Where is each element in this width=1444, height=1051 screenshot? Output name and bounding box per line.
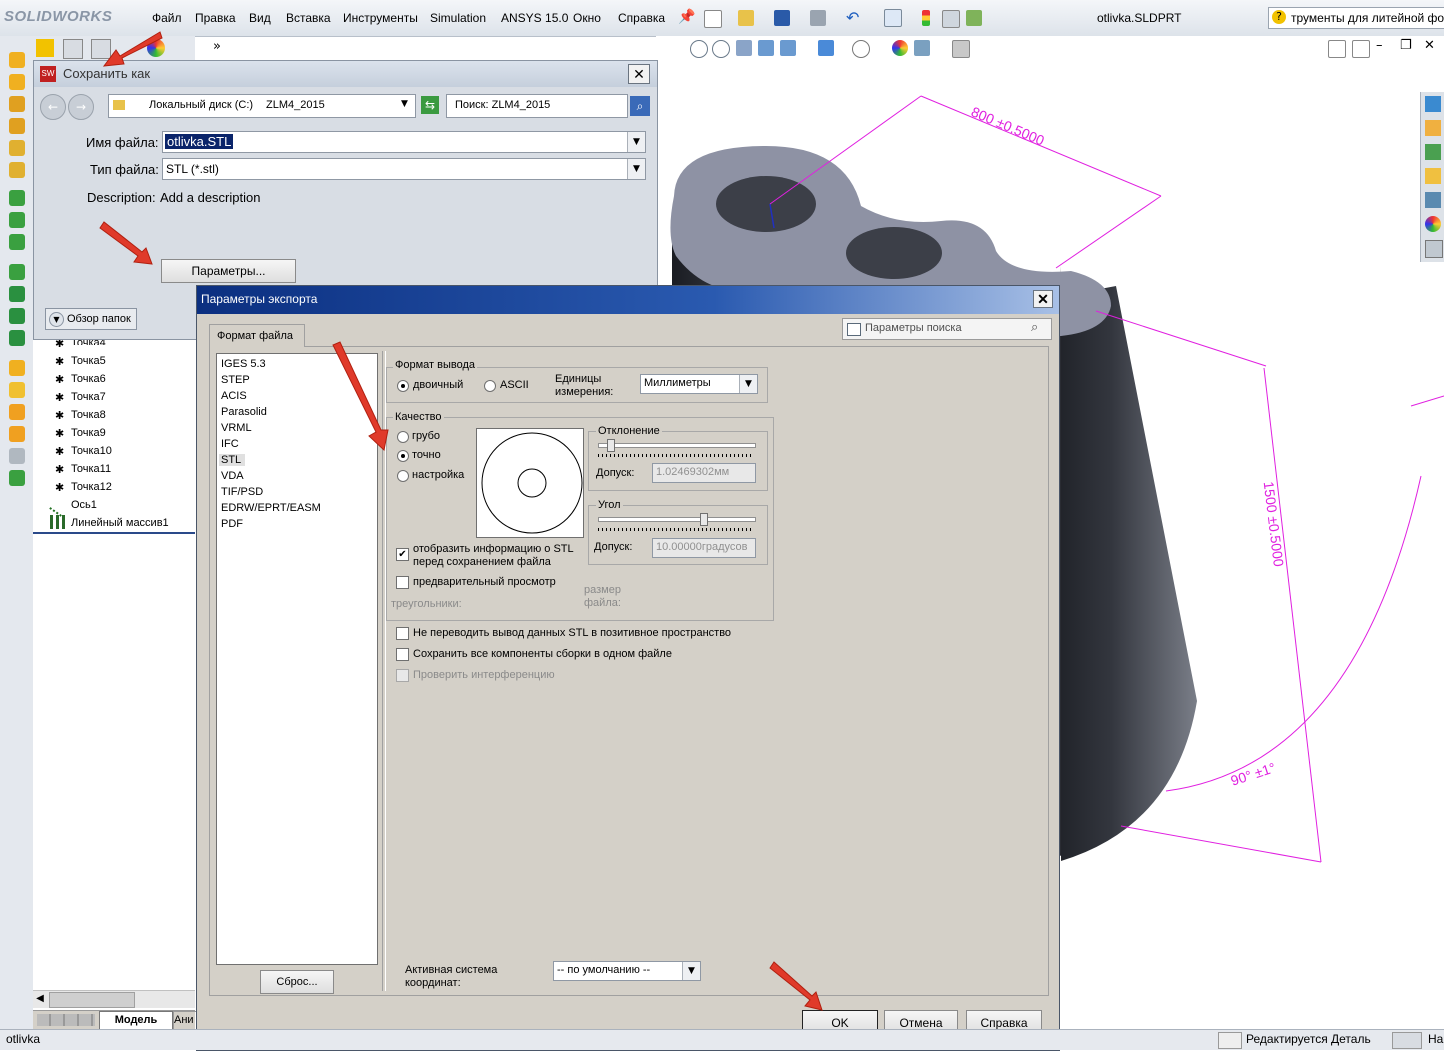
arrow-to-ok-button bbox=[769, 961, 823, 1011]
tab-file-format-label: Формат файла bbox=[217, 330, 293, 342]
tab-file-format[interactable]: Формат файла bbox=[209, 324, 305, 347]
arrow-to-quality bbox=[332, 341, 389, 451]
arrow-to-options-button bbox=[99, 221, 153, 265]
annotation-arrows bbox=[99, 31, 823, 1011]
arrow-to-save-icon bbox=[102, 31, 163, 67]
